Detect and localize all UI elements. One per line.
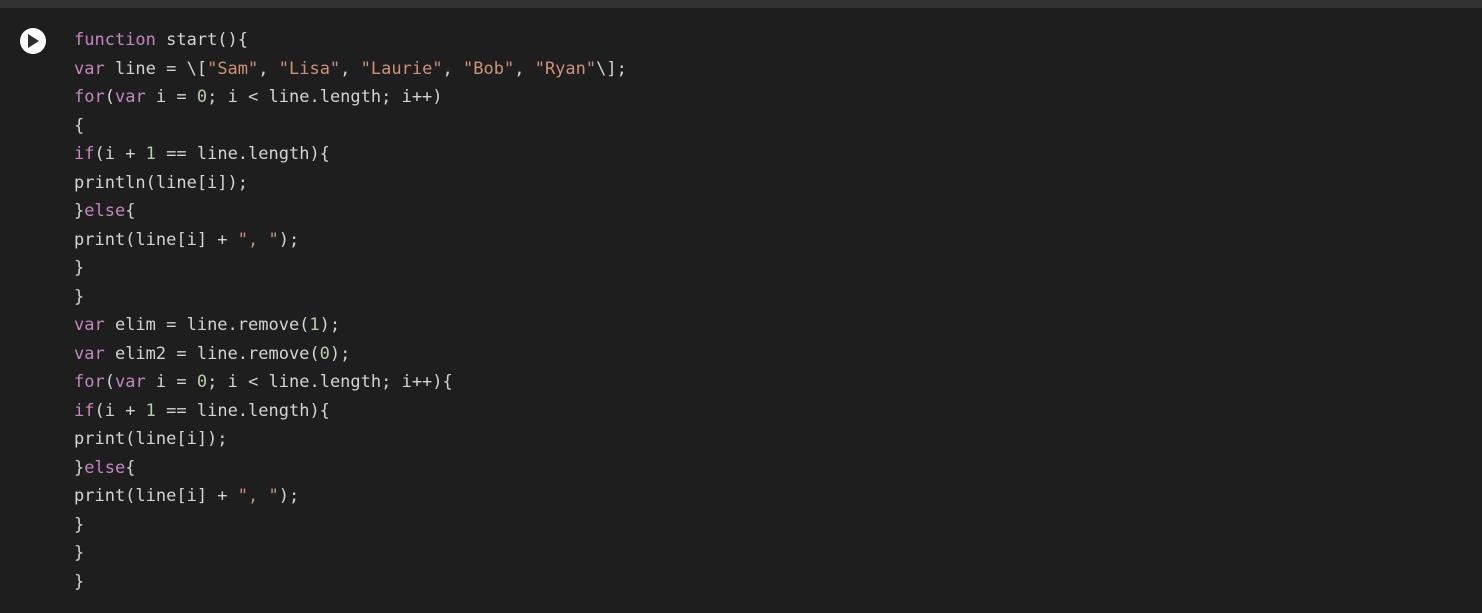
code-token: 1	[309, 315, 319, 335]
code-token: var	[115, 372, 146, 392]
code-token: print(line[i]);	[74, 429, 228, 449]
code-token: }	[74, 458, 84, 478]
code-token: var	[74, 315, 105, 335]
play-icon	[27, 34, 39, 48]
code-cell: function start(){var line = \["Sam", "Li…	[0, 8, 1482, 596]
code-token: println(line[i]);	[74, 173, 248, 193]
code-line: }else{	[74, 454, 627, 483]
code-token: for	[74, 372, 105, 392]
code-token: var	[74, 59, 105, 79]
code-token: \];	[596, 59, 627, 79]
code-line: }	[74, 254, 627, 283]
code-line: var elim = line.remove(1);	[74, 311, 627, 340]
code-token: var	[74, 344, 105, 364]
code-line: }	[74, 568, 627, 597]
code-token: ,	[258, 59, 278, 79]
code-token: start(){	[156, 30, 248, 50]
code-token: for	[74, 87, 105, 107]
code-token: }	[74, 543, 84, 563]
code-token: 1	[146, 401, 156, 421]
code-token: ,	[340, 59, 360, 79]
code-line: for(var i = 0; i < line.length; i++)	[74, 83, 627, 112]
code-token: ; i < line.length; i++){	[207, 372, 453, 392]
code-token: );	[320, 315, 340, 335]
code-line: if(i + 1 == line.length){	[74, 397, 627, 426]
code-line: print(line[i]);	[74, 425, 627, 454]
code-token: }	[74, 287, 84, 307]
code-token: 1	[146, 144, 156, 164]
code-token: (	[105, 87, 115, 107]
code-token: );	[330, 344, 350, 364]
code-token: (i +	[94, 144, 145, 164]
code-token: }	[74, 258, 84, 278]
code-token: (	[105, 372, 115, 392]
code-token: if	[74, 144, 94, 164]
code-line: function start(){	[74, 26, 627, 55]
code-token: line = \[	[105, 59, 207, 79]
code-token: );	[279, 486, 299, 506]
code-token: "Ryan"	[535, 59, 596, 79]
code-token: {	[125, 458, 135, 478]
code-token: == line.length){	[156, 144, 330, 164]
code-token: ; i < line.length; i++)	[207, 87, 442, 107]
code-token: print(line[i] +	[74, 230, 238, 250]
code-token: );	[279, 230, 299, 250]
code-line: }	[74, 539, 627, 568]
code-line: }else{	[74, 197, 627, 226]
code-token: == line.length){	[156, 401, 330, 421]
code-line: for(var i = 0; i < line.length; i++){	[74, 368, 627, 397]
code-token: i =	[146, 372, 197, 392]
code-token: }	[74, 572, 84, 592]
code-token: "Lisa"	[279, 59, 340, 79]
code-token: else	[84, 201, 125, 221]
code-token: 0	[197, 372, 207, 392]
code-token: ", "	[238, 230, 279, 250]
code-token: ", "	[238, 486, 279, 506]
code-line: var elim2 = line.remove(0);	[74, 340, 627, 369]
code-token: function	[74, 30, 156, 50]
code-token: if	[74, 401, 94, 421]
run-button[interactable]	[20, 28, 46, 54]
code-line: var line = \["Sam", "Lisa", "Laurie", "B…	[74, 55, 627, 84]
code-token: ,	[514, 59, 534, 79]
code-line: println(line[i]);	[74, 169, 627, 198]
code-token: }	[74, 201, 84, 221]
code-token: elim2 = line.remove(	[105, 344, 320, 364]
code-token: }	[74, 515, 84, 535]
code-token: {	[125, 201, 135, 221]
code-line: }	[74, 511, 627, 540]
code-line: print(line[i] + ", ");	[74, 482, 627, 511]
code-line: {	[74, 112, 627, 141]
code-line: if(i + 1 == line.length){	[74, 140, 627, 169]
code-token: "Sam"	[207, 59, 258, 79]
code-token: i =	[146, 87, 197, 107]
code-token: print(line[i] +	[74, 486, 238, 506]
code-line: print(line[i] + ", ");	[74, 226, 627, 255]
code-block[interactable]: function start(){var line = \["Sam", "Li…	[74, 26, 627, 596]
code-token: elim = line.remove(	[105, 315, 310, 335]
code-token: ,	[443, 59, 463, 79]
code-token: (i +	[94, 401, 145, 421]
top-bar	[0, 0, 1482, 8]
code-token: "Laurie"	[361, 59, 443, 79]
code-token: {	[74, 116, 84, 136]
code-token: 0	[197, 87, 207, 107]
code-token: 0	[320, 344, 330, 364]
code-line: }	[74, 283, 627, 312]
code-token: else	[84, 458, 125, 478]
code-token: "Bob"	[463, 59, 514, 79]
code-token: var	[115, 87, 146, 107]
